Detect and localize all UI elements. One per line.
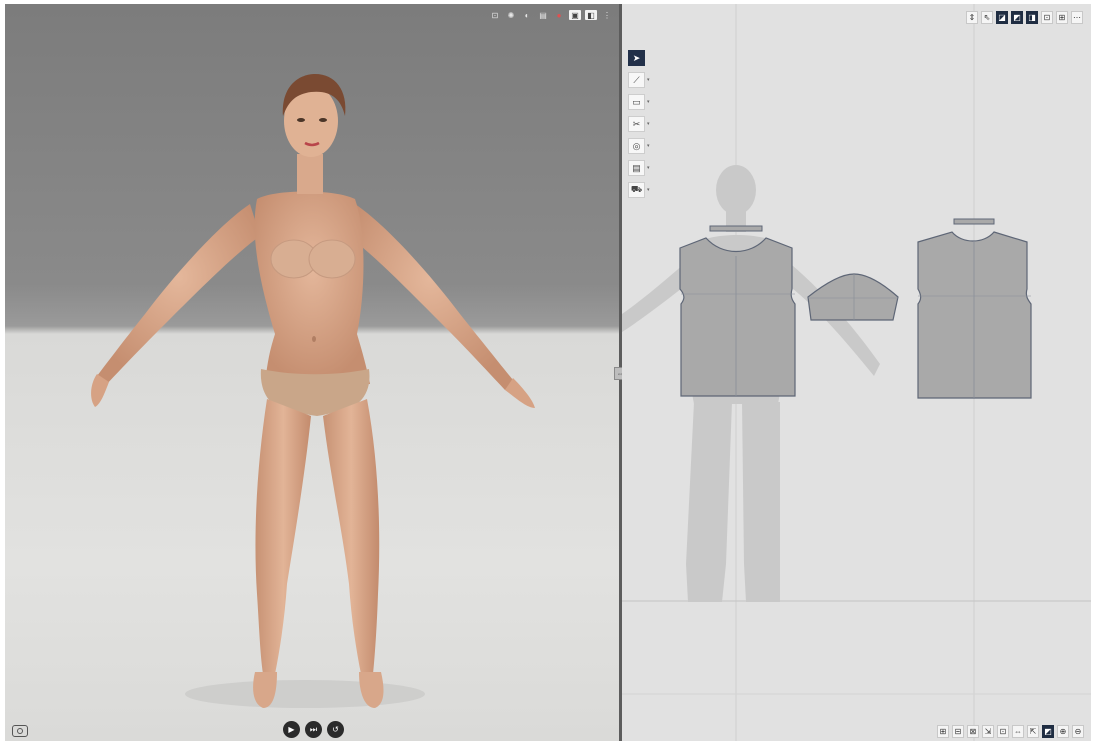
tool-row: ⟋ ▾ [628,72,650,88]
pattern-mirror-icon[interactable]: ⇔ [1012,725,1024,738]
light-icon[interactable]: ✺ [505,10,517,20]
pattern-canvas[interactable] [622,4,1091,741]
app-window: ⊡ ✺ ◐ ▤ ● ▣ ◧ ⋮ ▶ ⏭ ↺ ⇔ ⇕ ⇖ ◪ ◩ ◨ ⊡ ⊞ ⋯ … [0,0,1095,744]
pattern-center-icon[interactable]: ⊡ [997,725,1009,738]
grid-icon[interactable]: ⊡ [489,10,501,20]
garment-visibility-icon[interactable]: ◧ [585,10,597,20]
tool-row: ✂ ▾ [628,116,650,132]
front-bodice-pattern [679,237,796,397]
zoom-fit-icon[interactable]: ⇕ [966,11,978,24]
select-mesh-icon[interactable]: ⇖ [981,11,993,24]
pattern-move-icon[interactable]: ⇱ [1027,725,1039,738]
camera-lens [17,728,23,734]
more-icon[interactable]: ⋮ [601,10,613,20]
zoom-out-icon[interactable]: ⊖ [1072,725,1084,738]
line-tool-icon[interactable]: ⟋ [628,72,645,88]
select-tool-icon[interactable]: ➤ [628,50,645,66]
arrangement-icon[interactable]: ⊡ [1041,11,1053,24]
tool-row: ▭ ▾ [628,94,650,110]
tool-row: ◎ ▾ [628,138,650,154]
pattern-view-icon[interactable]: ◩ [1042,725,1054,738]
reset-icon[interactable]: ↺ [327,721,344,738]
pattern-layout-icon[interactable]: ⊟ [952,725,964,738]
pattern-tool-column: ➤ ⟋ ▾ ▭ ▾ ✂ ▾ ◎ ▾ ▤ ▾ ⛟ ▾ [628,50,650,198]
play-icon[interactable]: ▶ [283,721,300,738]
button-tool-icon[interactable]: ⛟ [628,182,645,198]
tool-menu-caret-icon[interactable]: ▾ [647,165,650,171]
pattern-top-toolbar: ⇕ ⇖ ◪ ◩ ◨ ⊡ ⊞ ⋯ [966,11,1083,24]
display-icon[interactable]: ◐ [521,10,533,20]
tool-menu-caret-icon[interactable]: ▾ [647,121,650,127]
zoom-in-icon[interactable]: ⊕ [1057,725,1069,738]
more-options-icon[interactable]: ⋯ [1071,11,1083,24]
camera-icon[interactable] [12,725,28,737]
layout-icon[interactable]: ⊞ [1056,11,1068,24]
sewing-tool-icon[interactable]: ✂ [628,116,645,132]
texture-icon[interactable]: ▤ [537,10,549,20]
3d-viewport[interactable]: ⊡ ✺ ◐ ▤ ● ▣ ◧ ⋮ ▶ ⏭ ↺ [5,4,619,741]
tool-menu-caret-icon[interactable]: ▾ [647,187,650,193]
back-neck-band-pattern [953,218,995,225]
pleat-tool-icon[interactable]: ▤ [628,160,645,176]
pattern-bottom-toolbar: ⊞ ⊟ ⊠ ⇲ ⊡ ⇔ ⇱ ◩ ⊕ ⊖ [937,725,1084,738]
pattern-fit-icon[interactable]: ⊠ [967,725,979,738]
avatar-silhouette-icon[interactable]: ◪ [996,11,1008,24]
viewport-toolbar: ⊡ ✺ ◐ ▤ ● ▣ ◧ ⋮ [489,10,613,20]
front-neck-band-pattern [709,225,763,232]
sleeve-pattern [807,273,899,321]
pattern-grid-icon[interactable]: ⊞ [937,725,949,738]
back-bodice-pattern [917,231,1032,399]
rectangle-tool-icon[interactable]: ▭ [628,94,645,110]
tool-menu-caret-icon[interactable]: ▾ [647,77,650,83]
pattern-scale-icon[interactable]: ⇲ [982,725,994,738]
tool-menu-caret-icon[interactable]: ▾ [647,143,650,149]
avatar-3d[interactable] [5,4,619,741]
simulation-playbar: ▶ ⏭ ↺ [283,721,344,738]
grid-display-icon[interactable]: ◨ [1026,11,1038,24]
tool-row: ⛟ ▾ [628,182,650,198]
2d-pattern-window[interactable]: ⇕ ⇖ ◪ ◩ ◨ ⊡ ⊞ ⋯ ➤ ⟋ ▾ ▭ ▾ ✂ ▾ ◎ ▾ ▤ ▾ ⛟ ▾ ⊞ ⊟ ⊠ ⇲ ⊡ ⇔ ⇱ ◩ ⊕ ⊖ [622,4,1091,741]
tool-menu-caret-icon[interactable]: ▾ [647,99,650,105]
circle-tool-icon[interactable]: ◎ [628,138,645,154]
color-icon[interactable]: ● [553,10,565,20]
step-forward-icon[interactable]: ⏭ [305,721,322,738]
tool-row: ➤ [628,50,650,66]
pattern-fill-icon[interactable]: ◩ [1011,11,1023,24]
tool-row: ▤ ▾ [628,160,650,176]
avatar-visibility-icon[interactable]: ▣ [569,10,581,20]
